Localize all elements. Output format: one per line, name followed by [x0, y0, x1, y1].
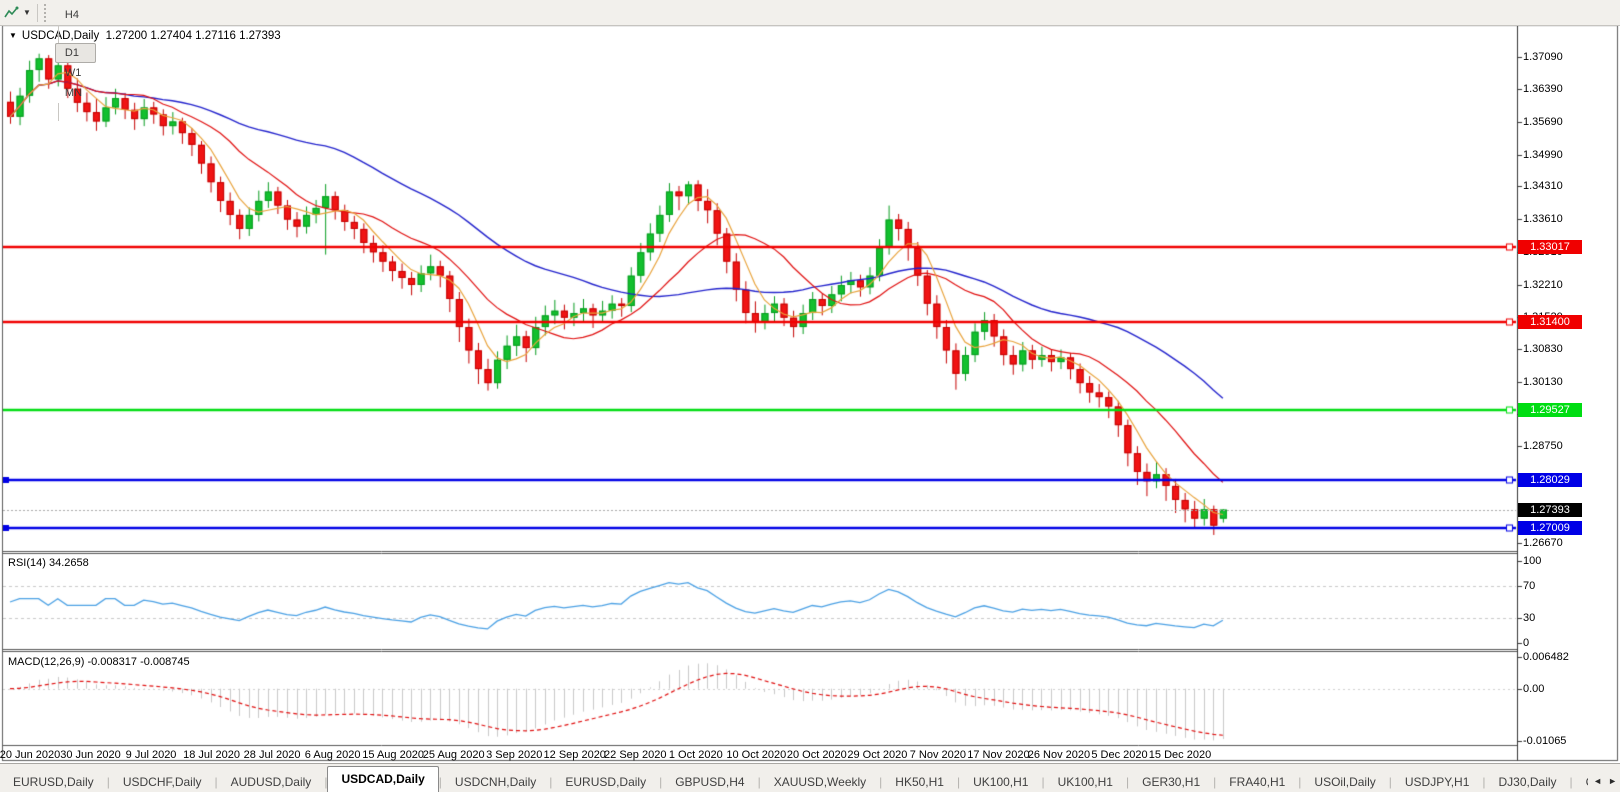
- toolbar-separator: [36, 3, 38, 22]
- chart-tab-eurusd-daily[interactable]: EURUSD,Daily: [0, 771, 107, 792]
- date-axis-label: 9 Jul 2020: [125, 749, 177, 761]
- chart-tab-eurusd-daily[interactable]: EURUSD,Daily: [552, 771, 659, 792]
- chart-tab-xauusd-weekly[interactable]: XAUUSD,Weekly: [761, 771, 879, 792]
- rsi-axis-tick: 100: [1523, 555, 1542, 567]
- hline-price-label: 1.27009: [1518, 520, 1582, 535]
- timeframe-button-h4[interactable]: H4: [55, 5, 96, 25]
- date-axis-label: 18 Jul 2020: [183, 749, 241, 761]
- timeframe-button-mn[interactable]: MN: [55, 83, 96, 103]
- chart-tab-hk50-h1[interactable]: HK50,H1: [882, 771, 957, 792]
- chart-tab-ger30-h1[interactable]: GER30,H1: [1129, 771, 1213, 792]
- tab-scroll-arrows: ◄ ►: [1589, 776, 1617, 786]
- price-axis-tick: 1.34310: [1523, 180, 1563, 193]
- date-axis-label: 20 Jun 2020: [0, 749, 61, 761]
- date-axis-label: 17 Nov 2020: [967, 749, 1030, 761]
- price-axis-tick: 1.30130: [1523, 375, 1563, 388]
- date-axis-label: 15 Aug 2020: [362, 749, 425, 761]
- chart-tab-usdchf-daily[interactable]: USDCHF,Daily: [110, 771, 215, 792]
- date-axis-label: 20 Oct 2020: [786, 749, 847, 761]
- chart-plot-canvas[interactable]: [0, 0, 1620, 792]
- current-price-label: 1.27393: [1518, 502, 1582, 517]
- chart-tab-audusd-daily[interactable]: AUDUSD,Daily: [218, 771, 325, 792]
- hline-price-label: 1.28029: [1518, 472, 1582, 487]
- price-axis-tick: 1.37090: [1523, 50, 1563, 63]
- timeframe-button-w1[interactable]: W1: [55, 63, 96, 83]
- date-axis-label: 26 Nov 2020: [1027, 749, 1091, 761]
- date-axis-label: 29 Oct 2020: [847, 749, 908, 761]
- price-axis-tick: 1.34990: [1523, 148, 1563, 161]
- price-axis-tick: 1.33610: [1523, 213, 1563, 226]
- collapse-triangle-icon[interactable]: ▼: [9, 31, 17, 40]
- date-axis-label: 6 Aug 2020: [304, 749, 361, 761]
- date-axis-label: 15 Dec 2020: [1148, 749, 1212, 761]
- chart-tab-usoil-daily[interactable]: USOil,Daily: [1301, 771, 1388, 792]
- macd-indicator-label: MACD(12,26,9) -0.008317 -0.008745: [8, 656, 190, 668]
- chart-tab-usdcad-daily[interactable]: USDCAD,Daily: [327, 766, 439, 792]
- hline-price-label: 1.33017: [1518, 239, 1582, 254]
- hline-price-label: 1.29527: [1518, 402, 1582, 417]
- toolbar-separator: [57, 24, 59, 43]
- price-axis-tick: 1.30830: [1523, 343, 1563, 355]
- toolbar-separator: [57, 102, 59, 121]
- date-axis-label: 22 Sep 2020: [604, 749, 667, 761]
- chart-tabs: EURUSD,Daily | USDCHF,Daily | AUDUSD,Daily | U…: [0, 766, 1588, 792]
- chart-tool-icon[interactable]: ▼: [2, 5, 33, 21]
- date-axis-label: 10 Oct 2020: [726, 749, 787, 761]
- toolbar-grip-handle[interactable]: [43, 3, 49, 22]
- scroll-right-icon[interactable]: ►: [1608, 776, 1617, 786]
- price-axis-tick: 1.36390: [1523, 83, 1563, 96]
- date-axis-label: 30 Jun 2020: [60, 749, 121, 761]
- date-axis-label: 7 Nov 2020: [909, 749, 967, 761]
- chart-tab-dj30-daily[interactable]: DJ30,Daily: [1486, 771, 1570, 792]
- date-axis-label: 5 Dec 2020: [1091, 749, 1148, 761]
- timeframe-buttons: M1M5M15M30H1H4D1W1MN: [54, 0, 97, 121]
- macd-axis-tick: 0.00: [1523, 682, 1545, 695]
- timeframe-button-d1[interactable]: D1: [54, 42, 97, 63]
- date-axis-label: 25 Aug 2020: [422, 749, 485, 761]
- chart-tab-usdcnh-daily[interactable]: USDCNH,Daily: [442, 771, 549, 792]
- price-axis-tick: 1.32210: [1523, 278, 1563, 291]
- date-axis-label: 12 Sep 2020: [543, 749, 606, 761]
- macd-axis-tick: -0.01065: [1523, 734, 1567, 747]
- chart-tab-uk100-h1[interactable]: UK100,H1: [960, 771, 1041, 792]
- indicator-line-icon: [4, 6, 19, 17]
- timeframe-toolbar: ▼ M1M5M15M30H1H4D1W1MN: [0, 0, 1620, 121]
- rsi-axis-tick: 0: [1523, 637, 1530, 649]
- chart-info-line: ▼ USDCAD,Daily 1.27200 1.27404 1.27116 1.…: [9, 30, 281, 42]
- date-axis-label: 28 Jul 2020: [243, 749, 301, 761]
- chart-tab-uk100-h1[interactable]: UK100,H1: [1045, 771, 1126, 792]
- chart-tab-fra40-h1[interactable]: FRA40,H1: [1216, 771, 1298, 792]
- dropdown-caret-icon[interactable]: ▼: [23, 8, 31, 17]
- date-axis-label: 1 Oct 2020: [668, 749, 723, 761]
- hline-price-label: 1.31400: [1518, 315, 1582, 330]
- price-axis-tick: 1.35690: [1523, 115, 1563, 128]
- date-axis-label: 3 Sep 2020: [486, 749, 543, 761]
- macd-axis-tick: 0.006482: [1523, 650, 1569, 663]
- price-axis-tick: 1.26670: [1523, 537, 1563, 550]
- chart-tab-china300-h1[interactable]: CHINA300,H1: [1573, 771, 1588, 792]
- price-axis-tick: 1.28750: [1523, 440, 1563, 453]
- chart-tab-gbpusd-h4[interactable]: GBPUSD,H4: [662, 771, 757, 792]
- timeframe-button-h1[interactable]: H1: [55, 0, 96, 5]
- scroll-left-icon[interactable]: ◄: [1593, 776, 1602, 786]
- mt4-workspace: ▼ M1M5M15M30H1H4D1W1MN ▼USDCAD,Daily 1.2…: [0, 0, 1620, 792]
- rsi-axis-tick: 30: [1523, 612, 1536, 625]
- chart-tab-usdjpy-h1[interactable]: USDJPY,H1: [1392, 771, 1482, 792]
- chart-tab-bar: EURUSD,Daily | USDCHF,Daily | AUDUSD,Daily | U…: [0, 763, 1620, 792]
- rsi-indicator-label: RSI(14) 34.2658: [8, 557, 89, 569]
- rsi-axis-tick: 70: [1523, 579, 1536, 592]
